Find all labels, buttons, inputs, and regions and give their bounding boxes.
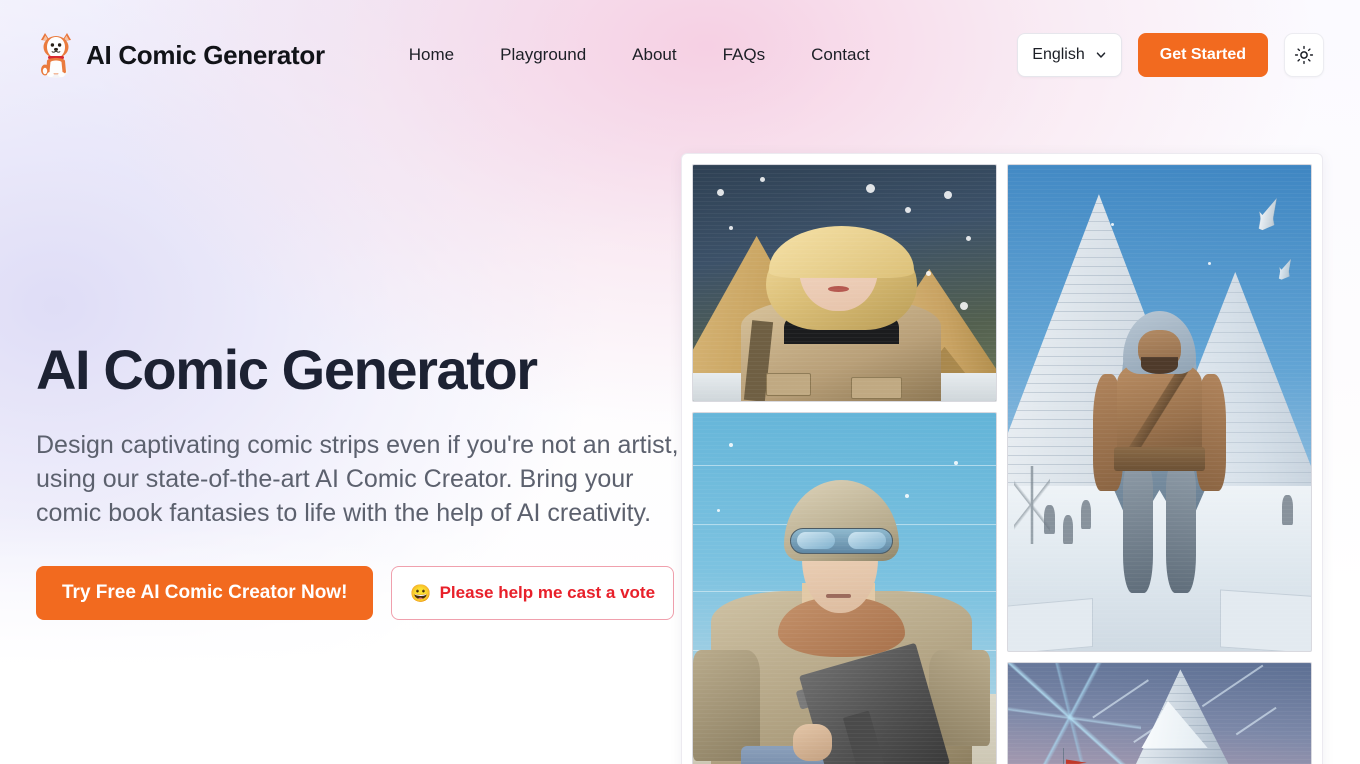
comic-panel-soldier-with-rifle[interactable]: [692, 412, 997, 764]
nav-link-contact[interactable]: Contact: [811, 45, 870, 65]
hero-actions: Try Free AI Comic Creator Now! 😀 Please …: [36, 566, 696, 621]
nav-link-faqs[interactable]: FAQs: [723, 45, 766, 65]
comic-art: [1008, 663, 1311, 764]
comic-panel-hooded-warrior-ice-pyramids[interactable]: [1007, 164, 1312, 652]
site-header: AI Comic Generator Home Playground About…: [0, 0, 1360, 110]
brand[interactable]: AI Comic Generator: [36, 31, 325, 79]
sun-icon: [1294, 45, 1314, 65]
chevron-down-icon: [1096, 52, 1105, 58]
comic-gallery: [681, 153, 1323, 764]
comic-panel-ice-pyramid-dusk[interactable]: [1007, 662, 1312, 764]
comic-art: [1008, 165, 1311, 651]
get-started-button[interactable]: Get Started: [1137, 33, 1268, 77]
gallery-column-right: [1007, 164, 1312, 764]
language-selector[interactable]: English: [1017, 33, 1122, 77]
header-actions: English Get Started: [1017, 33, 1324, 77]
nav-link-playground[interactable]: Playground: [500, 45, 586, 65]
smiley-face-icon: 😀: [410, 583, 432, 603]
hero-description: Design captivating comic strips even if …: [36, 431, 679, 528]
nav-link-home[interactable]: Home: [409, 45, 454, 65]
try-free-creator-button[interactable]: Try Free AI Comic Creator Now!: [36, 566, 374, 621]
language-selector-value: English: [1032, 46, 1085, 63]
comic-art: [693, 413, 996, 764]
cast-vote-button[interactable]: 😀 Please help me cast a vote: [391, 566, 675, 621]
page-title: AI Comic Generator: [36, 338, 538, 401]
cast-vote-label: Please help me cast a vote: [439, 583, 656, 603]
comic-art: [693, 165, 996, 401]
hero-section: AI Comic Generator Design captivating co…: [36, 338, 696, 621]
comic-panel-blonde-explorer-snowy-pyramids[interactable]: [692, 164, 997, 402]
nav-link-about[interactable]: About: [632, 45, 676, 65]
theme-toggle-button[interactable]: [1284, 33, 1324, 77]
gallery-column-left: [692, 164, 997, 764]
brand-name: AI Comic Generator: [86, 39, 325, 70]
corgi-dog-logo-icon: [41, 33, 71, 78]
main-nav: Home Playground About FAQs Contact: [409, 45, 870, 65]
